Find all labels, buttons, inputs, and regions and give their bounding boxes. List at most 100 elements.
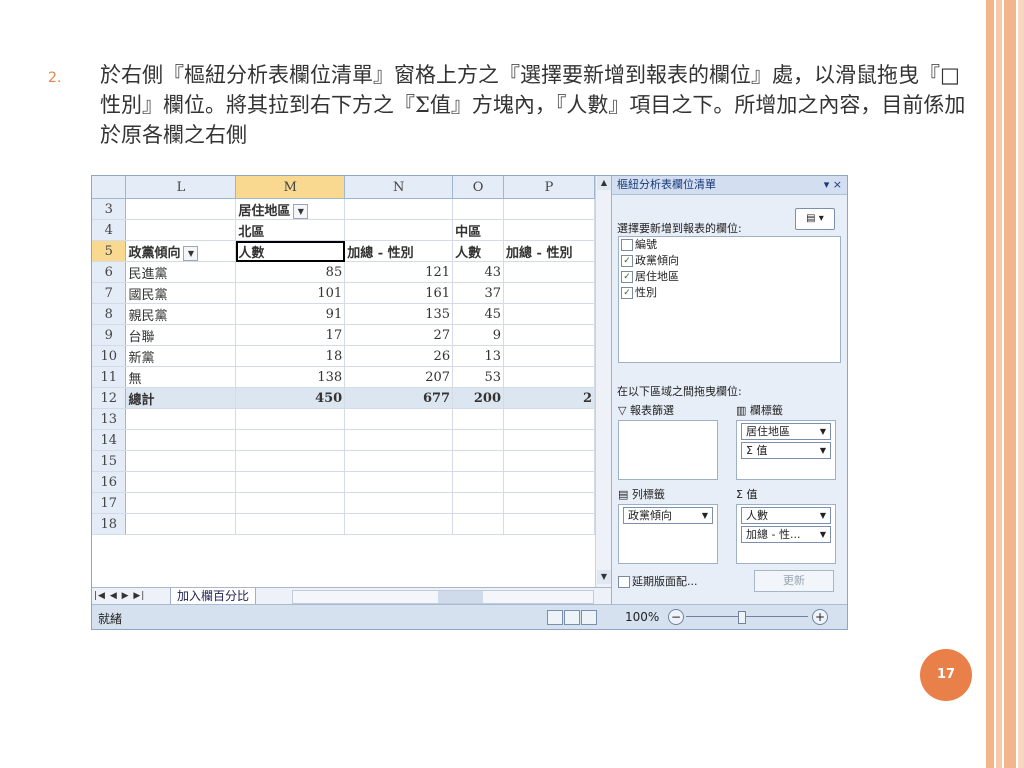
sheet-cell[interactable]	[452, 408, 505, 430]
chip-dropdown-icon[interactable]: ▼	[702, 508, 708, 523]
sheet-cell[interactable]	[503, 408, 595, 430]
sheet-cell[interactable]: 45	[452, 303, 505, 325]
sheet-cell[interactable]	[503, 450, 595, 472]
sheet-cell[interactable]	[125, 513, 237, 535]
sheet-cell[interactable]	[503, 345, 595, 367]
sheet-cell[interactable]	[344, 471, 454, 493]
sheet-cell[interactable]	[503, 366, 595, 388]
field-chip[interactable]: 加總 - 性... ▼	[741, 526, 831, 543]
sheet-cell[interactable]	[503, 513, 595, 535]
sheet-cell[interactable]	[235, 513, 346, 535]
sheet-cell[interactable]	[503, 303, 595, 325]
field-item[interactable]: ✓ 性別	[619, 285, 840, 301]
field-checkbox[interactable]: ✓	[621, 287, 633, 299]
sheet-cell[interactable]	[452, 513, 505, 535]
row-header[interactable]: 11	[92, 366, 127, 388]
sheet-cell[interactable]	[503, 324, 595, 346]
sheet-cell[interactable]: 人數	[235, 240, 346, 262]
sheet-cell[interactable]: 總計	[125, 387, 237, 409]
row-header[interactable]: 13	[92, 408, 127, 430]
row-labels-area[interactable]: 政黨傾向 ▼	[618, 504, 718, 564]
sheet-cell[interactable]	[125, 492, 237, 514]
sheet-cell[interactable]	[452, 429, 505, 451]
zoom-slider-thumb[interactable]	[738, 611, 746, 624]
sheet-cell[interactable]	[125, 198, 237, 220]
sheet-cell[interactable]: 人數	[452, 240, 505, 262]
page-break-icon[interactable]	[581, 610, 597, 625]
horizontal-scrollbar[interactable]	[292, 590, 594, 604]
defer-layout-update[interactable]: 延期版面配...	[618, 573, 698, 589]
sheet-cell[interactable]: 新黨	[125, 345, 237, 367]
column-header-l[interactable]: L	[125, 176, 237, 199]
field-checkbox[interactable]	[621, 239, 633, 251]
field-chip[interactable]: Σ 值 ▼	[741, 442, 831, 459]
sheet-cell[interactable]	[344, 219, 454, 241]
pane-close-icon[interactable]: ▾ ×	[824, 176, 842, 194]
zoom-level[interactable]: 100%	[625, 610, 659, 624]
field-item[interactable]: 編號	[619, 237, 840, 253]
field-chip[interactable]: 政黨傾向 ▼	[623, 507, 713, 524]
sheet-cell[interactable]	[235, 471, 346, 493]
sheet-cell[interactable]	[125, 450, 237, 472]
sheet-cell[interactable]	[344, 408, 454, 430]
zoom-in-icon[interactable]: +	[812, 609, 828, 625]
row-header[interactable]: 6	[92, 261, 127, 283]
chip-dropdown-icon[interactable]: ▼	[820, 424, 826, 439]
column-header-n[interactable]: N	[344, 176, 454, 199]
update-button[interactable]: 更新	[754, 570, 834, 592]
sheet-cell[interactable]	[235, 450, 346, 472]
page-layout-icon[interactable]	[564, 610, 580, 625]
sheet-cell[interactable]	[235, 429, 346, 451]
sheet-cell[interactable]: 親民黨	[125, 303, 237, 325]
values-area[interactable]: 人數 ▼ 加總 - 性... ▼	[736, 504, 836, 564]
sheet-cell[interactable]	[125, 219, 237, 241]
sheet-cell[interactable]	[503, 219, 595, 241]
sheet-cell[interactable]: 26	[344, 345, 454, 367]
sheet-cell[interactable]: 138	[235, 366, 346, 388]
row-header[interactable]: 15	[92, 450, 127, 472]
sheet-cell[interactable]: 91	[235, 303, 346, 325]
row-header[interactable]: 10	[92, 345, 127, 367]
normal-view-icon[interactable]	[547, 610, 563, 625]
field-item[interactable]: ✓ 居住地區	[619, 269, 840, 285]
sheet-cell[interactable]: 加總 - 性別	[503, 240, 595, 262]
sheet-cell[interactable]	[503, 429, 595, 451]
row-header[interactable]: 17	[92, 492, 127, 514]
sheet-cell[interactable]: 加總 - 性別	[344, 240, 454, 262]
sheet-cell[interactable]: 民進黨	[125, 261, 237, 283]
field-checkbox[interactable]: ✓	[621, 271, 633, 283]
row-header[interactable]: 16	[92, 471, 127, 493]
sheet-cell[interactable]: 135	[344, 303, 454, 325]
select-all-corner[interactable]	[92, 176, 127, 199]
sheet-cell[interactable]	[235, 408, 346, 430]
chip-dropdown-icon[interactable]: ▼	[820, 527, 826, 542]
sheet-cell[interactable]: 居住地區 ▼	[235, 198, 346, 220]
sheet-cell[interactable]: 85	[235, 261, 346, 283]
sheet-cell[interactable]: 北區	[235, 219, 346, 241]
sheet-cell[interactable]: 43	[452, 261, 505, 283]
zoom-out-icon[interactable]: −	[668, 609, 684, 625]
row-header[interactable]: 7	[92, 282, 127, 304]
chip-dropdown-icon[interactable]: ▼	[820, 508, 826, 523]
row-header[interactable]: 14	[92, 429, 127, 451]
sheet-cell[interactable]	[452, 471, 505, 493]
sheet-cell[interactable]: 17	[235, 324, 346, 346]
sheet-cell[interactable]	[344, 492, 454, 514]
vertical-scrollbar[interactable]: ▲ ▼	[595, 176, 612, 587]
sheet-cell[interactable]	[503, 492, 595, 514]
chip-dropdown-icon[interactable]: ▼	[820, 443, 826, 458]
sheet-cell[interactable]	[503, 282, 595, 304]
row-header[interactable]: 3	[92, 198, 127, 220]
sheet-cell[interactable]	[503, 471, 595, 493]
sheet-cell[interactable]	[344, 429, 454, 451]
column-header-o[interactable]: O	[452, 176, 505, 199]
sheet-cell[interactable]	[503, 198, 595, 220]
sheet-cell[interactable]: 677	[344, 387, 454, 409]
column-header-p[interactable]: P	[503, 176, 595, 199]
sheet-cell[interactable]	[452, 492, 505, 514]
filter-dropdown-icon[interactable]: ▼	[183, 245, 199, 261]
sheet-cell[interactable]: 101	[235, 282, 346, 304]
sheet-cell[interactable]: 27	[344, 324, 454, 346]
scroll-up-icon[interactable]: ▲	[597, 176, 611, 190]
sheet-cell[interactable]: 37	[452, 282, 505, 304]
